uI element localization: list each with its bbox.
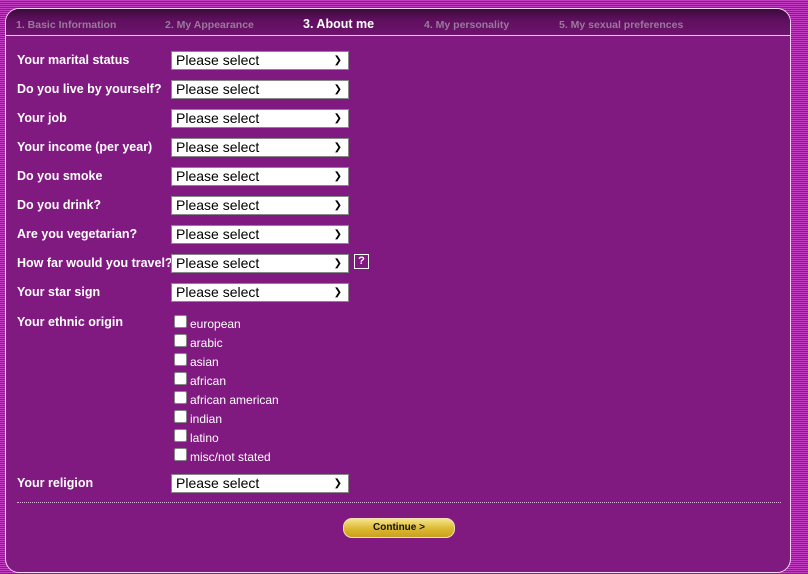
field-label: Your star sign — [17, 285, 101, 299]
checkbox-label: european — [190, 317, 241, 331]
step-basic-information[interactable]: 1. Basic Information — [16, 19, 116, 31]
checkbox-label: african — [190, 374, 227, 388]
select-value: Please select — [176, 284, 260, 300]
step-my-sexual-preferences[interactable]: 5. My sexual preferences — [559, 19, 683, 31]
field-label: How far would you travel? — [17, 256, 173, 270]
checkbox[interactable] — [174, 353, 187, 366]
field-label: Your job — [17, 111, 67, 125]
chevron-down-icon: ❯ — [333, 113, 342, 124]
checkbox-label: arabic — [190, 336, 223, 350]
select-value: Please select — [176, 255, 260, 271]
checkbox[interactable] — [174, 334, 187, 347]
vegetarian-select[interactable]: Please select ❯ — [171, 225, 349, 244]
select-value: Please select — [176, 52, 260, 68]
help-icon[interactable]: ? — [354, 254, 369, 269]
divider — [17, 502, 781, 503]
field-label: Your religion — [17, 476, 94, 490]
field-label: Are you vegetarian? — [17, 227, 138, 241]
checkbox[interactable] — [174, 315, 187, 328]
live-by-yourself-select[interactable]: Please select ❯ — [171, 80, 349, 99]
drink-select[interactable]: Please select ❯ — [171, 196, 349, 215]
select-value: Please select — [176, 197, 260, 213]
step-about-me: 3. About me — [303, 17, 375, 31]
select-value: Please select — [176, 139, 260, 155]
chevron-down-icon: ❯ — [333, 142, 342, 153]
step-my-appearance[interactable]: 2. My Appearance — [165, 19, 254, 31]
field-label: Your ethnic origin — [17, 315, 124, 329]
field-label: Your income (per year) — [17, 140, 153, 154]
select-value: Please select — [176, 81, 260, 97]
chevron-down-icon: ❯ — [333, 171, 342, 182]
select-value: Please select — [176, 475, 260, 491]
checkbox-label: misc/not stated — [190, 450, 271, 464]
checkbox[interactable] — [174, 410, 187, 423]
chevron-down-icon: ❯ — [333, 478, 342, 489]
travel-select[interactable]: Please select ❯ — [171, 254, 349, 273]
chevron-down-icon: ❯ — [333, 55, 342, 66]
checkbox-label: african american — [190, 393, 279, 407]
chevron-down-icon: ❯ — [333, 84, 342, 95]
field-label: Do you smoke — [17, 169, 103, 183]
chevron-down-icon: ❯ — [333, 229, 342, 240]
field-label: Your marital status — [17, 53, 130, 67]
field-label: Do you live by yourself? — [17, 82, 162, 96]
form-panel: 1. Basic Information 2. My Appearance 3.… — [5, 8, 791, 573]
checkbox-label: asian — [190, 355, 219, 369]
checkbox[interactable] — [174, 372, 187, 385]
step-tabs: 1. Basic Information 2. My Appearance 3.… — [6, 9, 790, 36]
checkbox[interactable] — [174, 391, 187, 404]
field-label: Do you drink? — [17, 198, 102, 212]
chevron-down-icon: ❯ — [333, 258, 342, 269]
select-value: Please select — [176, 110, 260, 126]
star-sign-select[interactable]: Please select ❯ — [171, 283, 349, 302]
checkbox[interactable] — [174, 429, 187, 442]
continue-button[interactable]: Continue > — [343, 518, 455, 538]
religion-select[interactable]: Please select ❯ — [171, 474, 349, 493]
select-value: Please select — [176, 226, 260, 242]
income-select[interactable]: Please select ❯ — [171, 138, 349, 157]
step-my-personality[interactable]: 4. My personality — [424, 19, 509, 31]
checkbox-label: latino — [190, 431, 219, 445]
checkbox-label: indian — [190, 412, 223, 426]
chevron-down-icon: ❯ — [333, 287, 342, 298]
select-value: Please select — [176, 168, 260, 184]
job-select[interactable]: Please select ❯ — [171, 109, 349, 128]
chevron-down-icon: ❯ — [333, 200, 342, 211]
checkbox[interactable] — [174, 448, 187, 461]
smoke-select[interactable]: Please select ❯ — [171, 167, 349, 186]
marital-status-select[interactable]: Please select ❯ — [171, 51, 349, 70]
